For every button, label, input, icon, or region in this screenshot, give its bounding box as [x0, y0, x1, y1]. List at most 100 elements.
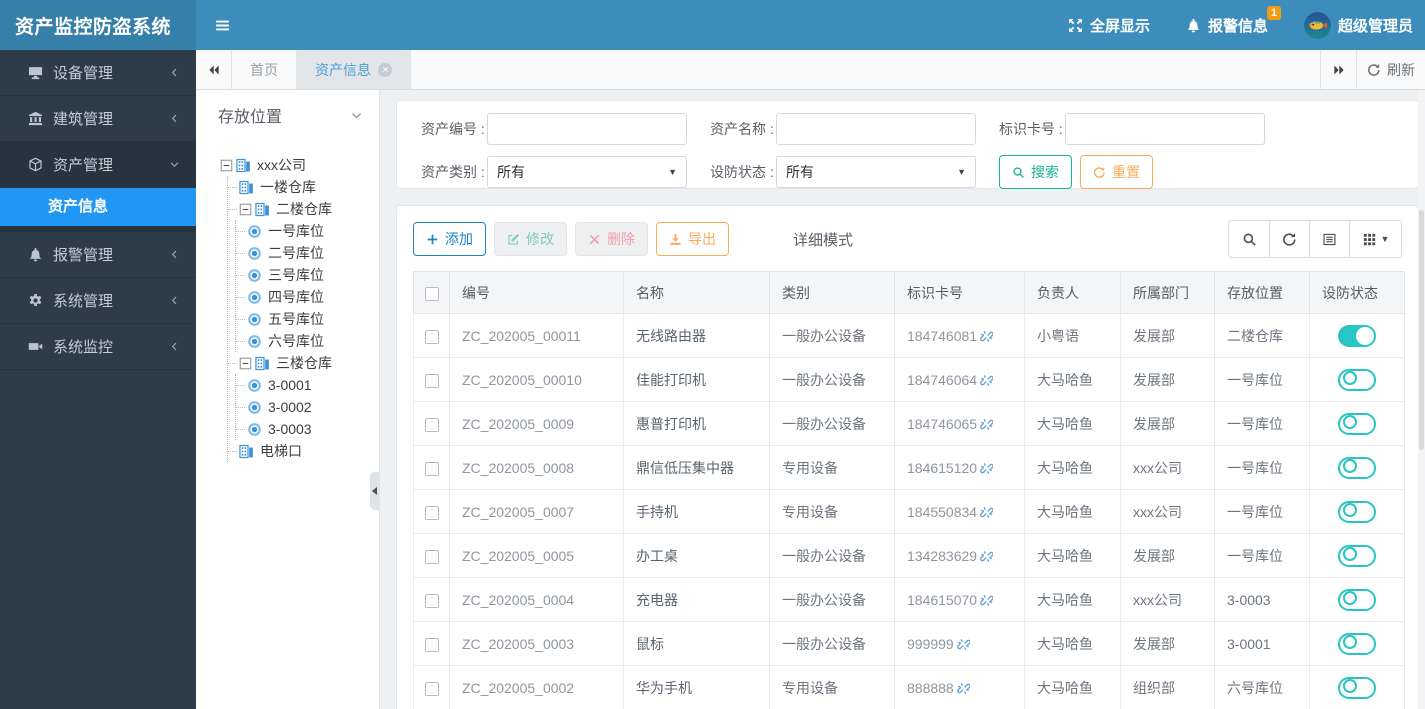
unlink-icon[interactable] [956, 682, 970, 695]
cell-name: 鼠标 [623, 621, 770, 666]
cell-location: 一号库位 [1214, 533, 1310, 578]
tree-node[interactable]: 3-0001 [236, 374, 377, 396]
arm-toggle[interactable] [1338, 676, 1376, 699]
unlink-icon[interactable] [980, 594, 994, 607]
add-button[interactable]: 添加 [413, 222, 486, 256]
sidebar-subitem[interactable]: 资产信息 [0, 188, 196, 226]
cell-dept: 发展部 [1120, 621, 1215, 666]
table-refresh-button[interactable] [1269, 221, 1309, 257]
tab-首页[interactable]: 首页 [232, 50, 297, 89]
row-checkbox[interactable] [424, 417, 439, 432]
asset-code-input[interactable] [487, 113, 687, 145]
asset-name-input[interactable] [776, 113, 976, 145]
select-all-checkbox[interactable] [424, 286, 439, 301]
reset-button[interactable]: 重置 [1080, 155, 1153, 189]
cell-name: 华为手机 [623, 665, 770, 709]
cell-card: 999999 [894, 621, 1025, 666]
cell-code: ZC_202005_0004 [449, 577, 624, 622]
tree-node-label: 一号库位 [268, 223, 324, 239]
bank-icon [28, 111, 43, 126]
export-button[interactable]: 导出 [656, 222, 729, 256]
arm-toggle[interactable] [1338, 412, 1376, 435]
tab-close-icon[interactable] [378, 62, 392, 77]
unlink-icon[interactable] [956, 638, 970, 651]
scrollbar-thumb[interactable] [1419, 210, 1424, 450]
table-header-row: 编号 名称 类别 标识卡号 负责人 所属部门 存放位置 设防状态 [413, 271, 1405, 314]
card-number-input[interactable] [1065, 113, 1265, 145]
cell-code: ZC_202005_0005 [449, 533, 624, 578]
sidebar-item[interactable]: 设备管理 [0, 50, 196, 96]
unlink-icon[interactable] [980, 374, 994, 387]
tree-expander-icon[interactable] [239, 203, 252, 216]
tree-node[interactable]: 二号库位 [236, 242, 377, 264]
cell-card: 184615070 [894, 577, 1025, 622]
chevron-down-icon[interactable] [350, 109, 363, 122]
row-checkbox[interactable] [424, 681, 439, 696]
arm-toggle[interactable] [1338, 500, 1376, 523]
tree-node[interactable]: 五号库位 [236, 308, 377, 330]
row-checkbox[interactable] [424, 329, 439, 344]
tree-node[interactable]: 三号库位 [236, 264, 377, 286]
tree-node[interactable]: 一号库位 [236, 220, 377, 242]
row-checkbox[interactable] [424, 593, 439, 608]
tree-node[interactable]: 一楼仓库 [228, 176, 377, 198]
row-checkbox[interactable] [424, 637, 439, 652]
location-tree-panel: 存放位置 xxx公司 一楼仓库 二楼仓库 一号库位 二号库位 三号库位 四号库位 五号库位 六号… [196, 90, 380, 709]
sidebar-item[interactable]: 建筑管理 [0, 96, 196, 142]
asset-table: 编号 名称 类别 标识卡号 负责人 所属部门 存放位置 设防状态 ZC_202005_0001… [413, 271, 1405, 709]
tree-collapse-handle[interactable] [370, 472, 379, 510]
tree-node[interactable]: 四号库位 [236, 286, 377, 308]
tree-node[interactable]: xxx公司 [220, 154, 377, 176]
arm-toggle[interactable] [1338, 544, 1376, 567]
tree-node[interactable]: 电梯口 [228, 440, 377, 462]
unlink-icon[interactable] [980, 506, 994, 519]
tree-expander-icon[interactable] [220, 159, 233, 172]
arm-toggle[interactable] [1338, 324, 1376, 347]
row-checkbox[interactable] [424, 505, 439, 520]
fullscreen-button[interactable]: 全屏显示 [1068, 15, 1150, 36]
sidebar-item-label: 设备管理 [53, 65, 114, 82]
cell-dept: 发展部 [1120, 313, 1215, 358]
delete-button[interactable]: 删除 [575, 222, 648, 256]
hamburger-menu-icon[interactable] [214, 17, 231, 34]
asset-category-select[interactable]: 所有 ▼ [487, 156, 687, 188]
tab-refresh-button[interactable]: 刷新 [1356, 50, 1425, 89]
tree-node[interactable]: 3-0003 [236, 418, 377, 440]
arm-toggle[interactable] [1338, 368, 1376, 391]
unlink-icon[interactable] [980, 330, 994, 343]
arm-toggle[interactable] [1338, 632, 1376, 655]
unlink-icon[interactable] [980, 462, 994, 475]
unlink-icon[interactable] [980, 550, 994, 563]
column-header: 名称 [623, 271, 770, 314]
table-panel: 添加 修改 删除 导出 详细模式 ▼ 编号 名称 类别 标识卡号 负责人 所属部… [396, 205, 1419, 709]
tabs-scroll-right-button[interactable] [1320, 50, 1356, 89]
user-menu[interactable]: 超级管理员 [1303, 11, 1413, 39]
page-scrollbar[interactable] [1418, 90, 1425, 709]
arm-status-select[interactable]: 所有 ▼ [776, 156, 976, 188]
tree-node[interactable]: 3-0002 [236, 396, 377, 418]
search-button[interactable]: 搜索 [999, 155, 1072, 189]
tabs-scroll-left-button[interactable] [196, 50, 232, 89]
unlink-icon[interactable] [980, 418, 994, 431]
row-checkbox[interactable] [424, 549, 439, 564]
arm-toggle[interactable] [1338, 456, 1376, 479]
tree-node[interactable]: 六号库位 [236, 330, 377, 352]
tree-node[interactable]: 二楼仓库 [228, 198, 377, 220]
detail-mode-toggle[interactable]: 详细模式 [793, 229, 853, 250]
sidebar-item[interactable]: 系统管理 [0, 278, 196, 324]
tree-node[interactable]: 三楼仓库 [228, 352, 377, 374]
columns-button[interactable]: ▼ [1349, 221, 1401, 257]
sidebar-item[interactable]: 报警管理 [0, 232, 196, 278]
row-checkbox[interactable] [424, 373, 439, 388]
edit-button[interactable]: 修改 [494, 222, 567, 256]
cell-dept: xxx公司 [1120, 577, 1215, 622]
alarm-button[interactable]: 报警信息 1 [1186, 5, 1281, 36]
arm-toggle[interactable] [1338, 588, 1376, 611]
row-checkbox[interactable] [424, 461, 439, 476]
sidebar-item[interactable]: 资产管理 [0, 142, 196, 188]
table-search-button[interactable] [1229, 221, 1269, 257]
detail-view-button[interactable] [1309, 221, 1349, 257]
tree-expander-icon[interactable] [239, 357, 252, 370]
tab-资产信息[interactable]: 资产信息 [297, 50, 411, 89]
sidebar-item[interactable]: 系统监控 [0, 324, 196, 370]
